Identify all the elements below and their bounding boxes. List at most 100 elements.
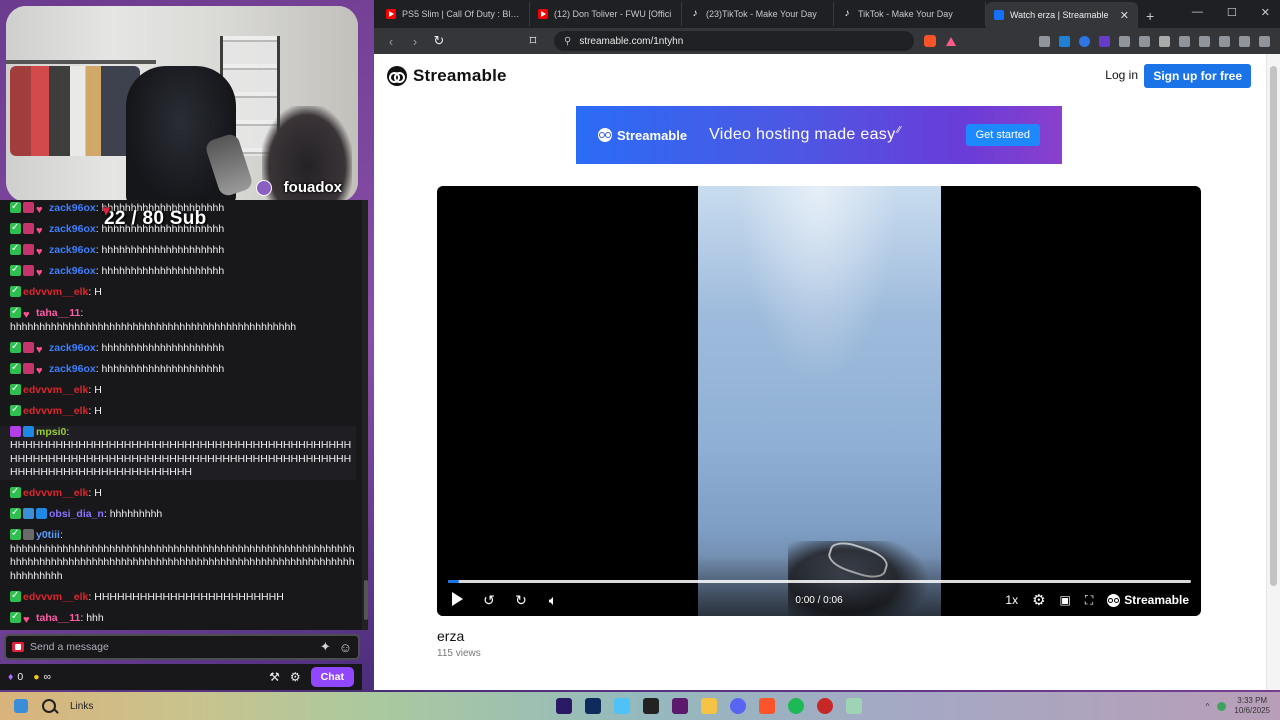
check-badge-icon[interactable] xyxy=(10,382,21,395)
sub-badge-icon[interactable] xyxy=(23,341,34,353)
page-scrollbar[interactable] xyxy=(1266,54,1280,690)
chat-username[interactable]: zack96ox xyxy=(49,342,96,354)
check-badge-icon[interactable] xyxy=(10,485,21,499)
bits-balance[interactable]: ● ∞ xyxy=(33,671,51,683)
check-badge-icon[interactable] xyxy=(10,589,21,602)
chat-input-box[interactable]: ✦ ☺ xyxy=(4,634,360,660)
capcut-icon[interactable] xyxy=(614,698,630,714)
rewind-icon[interactable]: ↺ xyxy=(481,592,497,609)
vegas-icon[interactable] xyxy=(672,698,688,714)
obs-icon[interactable] xyxy=(643,698,659,714)
forward-skip-icon[interactable]: ↻ xyxy=(513,592,529,609)
close-tab-icon[interactable]: ✕ xyxy=(1120,9,1129,22)
vpn-icon[interactable] xyxy=(1239,35,1250,47)
brave-rewards-icon[interactable] xyxy=(946,36,956,46)
maximize-icon[interactable]: ☐ xyxy=(1227,6,1237,19)
leo-ai-icon[interactable] xyxy=(1219,35,1230,47)
check-badge-icon[interactable] xyxy=(10,263,21,277)
sidebar-icon[interactable] xyxy=(1199,35,1210,47)
chat-username[interactable]: edvvvm__elk xyxy=(23,286,88,298)
premiere-icon[interactable] xyxy=(556,698,572,714)
channel-points[interactable]: ♦ 0 xyxy=(8,671,23,683)
check-badge-icon[interactable] xyxy=(10,340,21,353)
sub-badge-icon[interactable] xyxy=(23,362,34,374)
emote-picker-icon[interactable]: ☺ xyxy=(339,640,352,655)
clock[interactable]: 3:33 PM 10/6/2025 xyxy=(1234,696,1270,716)
close-window-icon[interactable]: ✕ xyxy=(1261,6,1270,19)
ad-banner[interactable]: Streamable Video hosting made easy ⁄⁄ Ge… xyxy=(576,106,1062,164)
gray-badge-icon[interactable] xyxy=(23,529,34,540)
heart-badge-icon[interactable]: ♥ xyxy=(36,204,47,216)
heart-badge-icon[interactable]: ♥ xyxy=(36,267,47,279)
search-label[interactable]: Links xyxy=(70,701,93,712)
check-badge-icon[interactable] xyxy=(10,284,21,298)
check-badge-icon[interactable] xyxy=(10,242,21,256)
heart-badge-icon[interactable]: ♥ xyxy=(36,225,47,237)
fullscreen-icon[interactable]: ⛶ xyxy=(1085,593,1093,608)
extension-icon[interactable] xyxy=(1079,35,1090,47)
tools-icon[interactable]: ⚒ xyxy=(269,670,280,684)
widgets-icon[interactable] xyxy=(14,699,28,713)
volume-icon[interactable]: 🔈︎ xyxy=(545,592,561,609)
camera-icon[interactable] xyxy=(12,642,24,652)
photoshop-icon[interactable] xyxy=(585,698,601,714)
progress-bar[interactable] xyxy=(448,580,1191,583)
pip-icon[interactable]: ▣ xyxy=(1060,593,1071,607)
check-badge-icon[interactable] xyxy=(10,610,21,623)
chat-username[interactable]: edvvvm__elk xyxy=(23,591,88,603)
search-icon[interactable] xyxy=(42,699,56,713)
game-badge-icon[interactable] xyxy=(23,425,34,437)
address-bar[interactable]: ⚲ streamable.com/1ntyhn xyxy=(554,31,914,51)
chat-username[interactable]: taha__11 xyxy=(36,612,80,624)
chat-input[interactable] xyxy=(24,641,312,653)
app-icon[interactable] xyxy=(846,698,862,714)
site-info-icon[interactable]: ⚲ xyxy=(564,36,571,47)
download-icon[interactable] xyxy=(1159,35,1170,47)
chat-username[interactable]: edvvvm__elk xyxy=(23,487,88,499)
chat-username[interactable]: edvvvm__elk xyxy=(23,405,88,417)
heart-badge-icon[interactable]: ♥ xyxy=(36,365,47,377)
login-link[interactable]: Log in xyxy=(1105,68,1138,82)
heart-badge-icon[interactable]: ♥ xyxy=(36,246,47,258)
brave-shield-icon[interactable] xyxy=(924,35,936,47)
chat-username[interactable]: zack96ox xyxy=(49,244,96,256)
browser-tab[interactable]: (12) Don Toliver - FWU [Offici xyxy=(530,2,682,26)
discord-icon[interactable] xyxy=(730,698,746,714)
chevron-up-icon[interactable]: ^ xyxy=(1206,702,1210,711)
mod-badge-icon[interactable] xyxy=(23,508,34,519)
signup-button[interactable]: Sign up for free xyxy=(1144,64,1251,88)
browser-tab[interactable]: Watch erza | Streamable ✕ xyxy=(986,2,1138,28)
game-badge-icon[interactable] xyxy=(36,508,47,519)
check-badge-icon[interactable] xyxy=(10,506,21,520)
chat-username[interactable]: zack96ox xyxy=(49,223,96,235)
chat-username[interactable]: obsi_dia_n xyxy=(49,508,104,520)
play-button[interactable] xyxy=(449,591,465,609)
browser-tab[interactable]: PS5 Slim | Call Of Duty : Black Op xyxy=(378,2,530,26)
minimize-icon[interactable]: — xyxy=(1192,6,1203,19)
browser-tab[interactable]: ♪ (23)TikTok - Make Your Day xyxy=(682,2,834,26)
check-badge-icon[interactable] xyxy=(10,403,21,416)
get-started-button[interactable]: Get started xyxy=(965,124,1040,146)
spotify-icon[interactable] xyxy=(788,698,804,714)
app-icon[interactable] xyxy=(817,698,833,714)
playback-speed[interactable]: 1x xyxy=(1005,593,1018,607)
chat-username[interactable]: taha__11 xyxy=(36,307,80,319)
bookmark-icon[interactable]: ⌑ xyxy=(526,33,540,49)
file-explorer-icon[interactable] xyxy=(701,698,717,714)
media-icon[interactable] xyxy=(1179,35,1190,47)
forward-icon[interactable]: › xyxy=(408,34,422,49)
network-icon[interactable] xyxy=(1217,701,1227,711)
extension-icon[interactable] xyxy=(1059,35,1070,47)
brave-icon[interactable] xyxy=(759,698,775,714)
extension-icon[interactable] xyxy=(1139,35,1150,47)
player-brand[interactable]: Streamable xyxy=(1107,593,1189,607)
menu-icon[interactable] xyxy=(1259,35,1270,47)
heart-badge-icon[interactable]: ♥ xyxy=(23,309,34,321)
chat-scrollbar[interactable] xyxy=(362,200,368,630)
browser-tab[interactable]: ♪ TikTok - Make Your Day xyxy=(834,2,986,26)
chat-username[interactable]: mpsi0 xyxy=(36,426,66,438)
video-player[interactable]: ↺ ↻ 🔈︎ 0:00 / 0:06 1x ⚙ ▣ ⛶ Streamable xyxy=(437,186,1201,616)
sub-badge-icon[interactable] xyxy=(23,202,34,213)
sub-badge-icon[interactable] xyxy=(23,265,34,276)
heart-badge-icon[interactable]: ♥ xyxy=(23,614,34,626)
